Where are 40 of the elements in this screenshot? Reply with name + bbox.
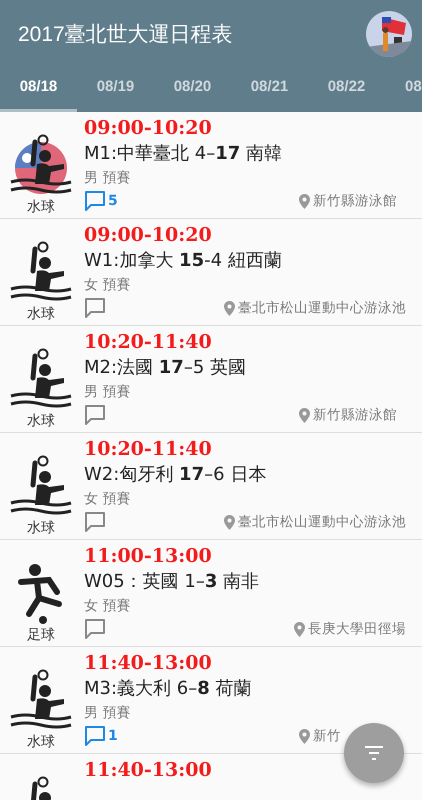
date-tab[interactable]: 08/18 bbox=[0, 64, 77, 112]
sport-label: 水球 bbox=[27, 412, 55, 430]
app-title: 2017臺北世大運日程表 bbox=[18, 22, 233, 48]
event-time: 11:00-13:00 bbox=[84, 544, 213, 568]
date-tab[interactable]: 08/22 bbox=[308, 64, 385, 112]
match-result: W05：英國 1–3 南非 bbox=[84, 570, 260, 594]
event-time: 09:00-10:20 bbox=[84, 223, 213, 247]
sport-label: 水球 bbox=[27, 519, 55, 537]
event-category: 男 預賽 bbox=[84, 383, 132, 402]
sport-label: 水球 bbox=[27, 198, 55, 216]
event-time: 09:00-10:20 bbox=[84, 116, 213, 140]
comment-count: 5 bbox=[108, 193, 118, 209]
event-time: 10:20-11:40 bbox=[84, 330, 213, 354]
event-time: 10:20-11:40 bbox=[84, 437, 213, 461]
venue-text: 臺北市松山運動中心游泳池 bbox=[238, 299, 406, 317]
event-category: 男 預賽 bbox=[84, 704, 132, 723]
venue-text: 新竹縣游泳館 bbox=[312, 406, 398, 424]
comment-count: 1 bbox=[108, 728, 118, 744]
event-category: 男 預賽 bbox=[84, 169, 132, 188]
match-result: W2:匈牙利 17–6 日本 bbox=[84, 463, 268, 487]
match-result: M1:中華臺北 4–17 南韓 bbox=[84, 142, 284, 166]
event-time: 11:40-13:00 bbox=[84, 651, 213, 675]
date-tab[interactable]: 08/21 bbox=[231, 64, 308, 112]
event-category: 女 預賽 bbox=[84, 490, 132, 509]
sport-label: 水球 bbox=[27, 305, 55, 323]
event-time: 11:40-13:00 bbox=[84, 758, 213, 782]
date-tab[interactable]: 08/19 bbox=[77, 64, 154, 112]
date-tab[interactable]: 08 bbox=[385, 64, 422, 112]
match-result: W1:加拿大 15-4 紐西蘭 bbox=[84, 249, 283, 273]
sport-label: 足球 bbox=[27, 626, 55, 644]
event-category: 女 預賽 bbox=[84, 597, 132, 616]
sport-label: 水球 bbox=[27, 733, 55, 751]
match-result: M2:法國 17–5 英國 bbox=[84, 356, 248, 380]
venue-text: 新竹縣游泳館 bbox=[312, 192, 398, 210]
event-category: 女 預賽 bbox=[84, 276, 132, 295]
date-tab[interactable]: 08/20 bbox=[154, 64, 231, 112]
venue-text: 新竹 bbox=[312, 727, 342, 745]
venue-text: 長庚大學田徑場 bbox=[308, 620, 406, 638]
match-result: M3:義大利 6–8 荷蘭 bbox=[84, 677, 252, 701]
venue-text: 臺北市松山運動中心游泳池 bbox=[238, 513, 406, 531]
